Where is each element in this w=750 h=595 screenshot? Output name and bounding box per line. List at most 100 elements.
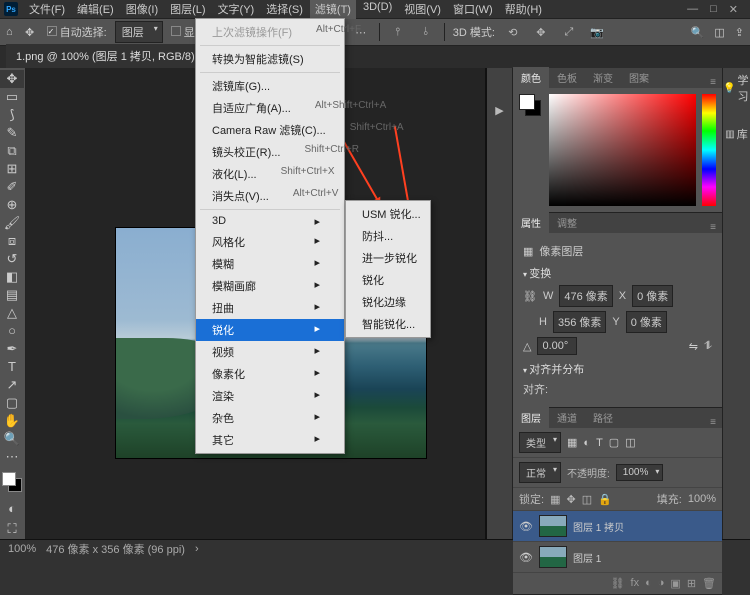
menu-item-像素化[interactable]: 像素化▸ xyxy=(196,363,344,385)
minimize-icon[interactable]: — xyxy=(687,3,698,16)
layer-name[interactable]: 图层 1 拷贝 xyxy=(573,519,624,534)
crop-tool[interactable]: ⧉ xyxy=(0,142,24,160)
menu-item-智能锐化...[interactable]: 智能锐化... xyxy=(346,313,430,335)
doc-info[interactable]: 476 像素 x 356 像素 (96 ppi) xyxy=(46,541,185,557)
dolly-icon[interactable]: ⤢ xyxy=(559,22,579,42)
menu-item-防抖...[interactable]: 防抖... xyxy=(346,225,430,247)
blend-mode-dropdown[interactable]: 正常 xyxy=(519,462,561,483)
menu-3d[interactable]: 3D(D) xyxy=(358,0,397,19)
dodge-tool[interactable]: ○ xyxy=(0,322,24,340)
stamp-tool[interactable]: ⧈ xyxy=(0,232,24,250)
menu-item-锐化[interactable]: 锐化 xyxy=(346,269,430,291)
eyedropper-tool[interactable]: ✐ xyxy=(0,178,24,196)
layer-thumbnail[interactable] xyxy=(539,515,567,537)
tab-color[interactable]: 颜色 xyxy=(513,67,549,88)
lock-artboard-icon[interactable]: ◫ xyxy=(582,493,592,506)
y-field[interactable]: 0 像素 xyxy=(626,311,667,333)
menu-item-渲染[interactable]: 渲染▸ xyxy=(196,385,344,407)
share-icon[interactable]: ⇪ xyxy=(735,26,744,39)
flip-v-icon[interactable]: ⥮ xyxy=(704,340,712,353)
pan-icon[interactable]: ✥ xyxy=(531,22,551,42)
filter-pixel-icon[interactable]: ▦ xyxy=(567,436,577,449)
document-tab[interactable]: 1.png @ 100% (图层 1 拷贝, RGB/8) × xyxy=(6,44,217,68)
menu-item-杂色[interactable]: 杂色▸ xyxy=(196,407,344,429)
layer-name[interactable]: 图层 1 xyxy=(573,550,601,565)
blur-tool[interactable]: △ xyxy=(0,304,24,322)
lasso-tool[interactable]: ⟆ xyxy=(0,106,24,124)
doc-info-chevron-icon[interactable]: › xyxy=(195,543,199,555)
filter-adjust-icon[interactable]: ◐ xyxy=(583,437,590,449)
tab-gradients[interactable]: 渐变 xyxy=(585,67,621,88)
menu-视图[interactable]: 视图(V) xyxy=(399,0,446,19)
panel-flyout-icon[interactable]: ≡ xyxy=(704,222,722,233)
lock-pixels-icon[interactable]: ▦ xyxy=(550,493,560,506)
filter-type-icon[interactable]: T xyxy=(596,437,603,449)
lock-position-icon[interactable]: ✥ xyxy=(566,493,575,506)
new-layer-icon[interactable]: ⊞ xyxy=(687,577,696,590)
move-tool[interactable]: ✥ xyxy=(0,70,24,88)
angle-field[interactable]: 0.00° xyxy=(537,337,577,355)
menu-item-进一步锐化[interactable]: 进一步锐化 xyxy=(346,247,430,269)
quick-mask-icon[interactable]: ◐ xyxy=(0,499,24,519)
menu-图像[interactable]: 图像(I) xyxy=(121,0,163,19)
menu-窗口[interactable]: 窗口(W) xyxy=(448,0,498,19)
menu-编辑[interactable]: 编辑(E) xyxy=(72,0,119,19)
camera-icon[interactable]: 📷 xyxy=(587,22,607,42)
tab-layers[interactable]: 图层 xyxy=(513,407,549,428)
workspace-icon[interactable]: ◫ xyxy=(714,26,724,39)
orbit-icon[interactable]: ⟲ xyxy=(503,22,523,42)
group-icon[interactable]: ▣ xyxy=(670,577,680,590)
filter-kind-dropdown[interactable]: 类型 xyxy=(519,432,561,453)
menu-滤镜[interactable]: 滤镜(T) xyxy=(310,0,356,19)
eraser-tool[interactable]: ◧ xyxy=(0,268,24,286)
lock-all-icon[interactable]: 🔒 xyxy=(598,493,612,506)
menu-图层[interactable]: 图层(L) xyxy=(165,0,210,19)
pen-tool[interactable]: ✒ xyxy=(0,340,24,358)
marquee-tool[interactable]: ▭ xyxy=(0,88,24,106)
filter-smart-icon[interactable]: ◫ xyxy=(625,436,635,449)
home-icon[interactable]: ⌂ xyxy=(6,26,13,38)
menu-item[interactable]: 消失点(V)...Alt+Ctrl+V xyxy=(196,185,344,207)
menu-item-锐化边缘[interactable]: 锐化边缘 xyxy=(346,291,430,313)
auto-select-checkbox[interactable]: 自动选择: xyxy=(47,24,107,40)
tab-channels[interactable]: 通道 xyxy=(549,407,585,428)
menu-item-其它[interactable]: 其它▸ xyxy=(196,429,344,451)
x-field[interactable]: 0 像素 xyxy=(632,285,673,307)
fx-icon[interactable]: fx xyxy=(631,577,640,590)
tab-properties[interactable]: 属性 xyxy=(513,212,549,233)
align-h-icon[interactable]: ⫰ xyxy=(416,22,436,42)
panel-flyout-icon[interactable]: ≡ xyxy=(704,417,722,428)
libraries-button[interactable]: ▥ 库 xyxy=(725,126,747,142)
tab-adjustments[interactable]: 调整 xyxy=(549,212,585,233)
heal-tool[interactable]: ⊕ xyxy=(0,196,24,214)
color-swatches[interactable] xyxy=(0,470,25,495)
menu-item[interactable]: 滤镜库(G)... xyxy=(196,75,344,97)
menu-帮助[interactable]: 帮助(H) xyxy=(500,0,547,19)
filter-shape-icon[interactable]: ▢ xyxy=(609,436,619,449)
visibility-icon[interactable]: 👁 xyxy=(519,551,533,564)
close-icon[interactable]: ✕ xyxy=(729,3,738,16)
hand-tool[interactable]: ✋ xyxy=(0,412,24,430)
tab-swatches[interactable]: 色板 xyxy=(549,67,585,88)
type-tool[interactable]: T xyxy=(0,358,24,376)
align-v-icon[interactable]: ⫯ xyxy=(388,22,408,42)
play-icon[interactable]: ▶ xyxy=(490,100,510,120)
menu-item-3D[interactable]: 3D▸ xyxy=(196,212,344,231)
visibility-icon[interactable]: 👁 xyxy=(519,520,533,533)
frame-tool[interactable]: ⊞ xyxy=(0,160,24,178)
path-tool[interactable]: ↗ xyxy=(0,376,24,394)
maximize-icon[interactable]: □ xyxy=(710,3,717,16)
search-icon[interactable]: 🔍 xyxy=(691,26,705,39)
brush-tool[interactable]: 🖌 xyxy=(0,214,24,232)
menu-item[interactable]: 液化(L)...Shift+Ctrl+X xyxy=(196,163,344,185)
shape-tool[interactable]: ▢ xyxy=(0,394,24,412)
move-tool-icon[interactable]: ✥ xyxy=(21,23,39,41)
menu-item-last-filter[interactable]: 上次滤镜操作(F)Alt+Ctrl+F xyxy=(196,21,344,43)
edit-toolbar[interactable]: ⋯ xyxy=(0,448,24,466)
flip-h-icon[interactable]: ⇋ xyxy=(689,340,698,353)
hue-strip[interactable] xyxy=(702,94,716,206)
auto-select-dropdown[interactable]: 图层 xyxy=(115,21,163,43)
menu-item-视频[interactable]: 视频▸ xyxy=(196,341,344,363)
history-brush-tool[interactable]: ↺ xyxy=(0,250,24,268)
menu-item-锐化[interactable]: 锐化▸ xyxy=(196,319,344,341)
